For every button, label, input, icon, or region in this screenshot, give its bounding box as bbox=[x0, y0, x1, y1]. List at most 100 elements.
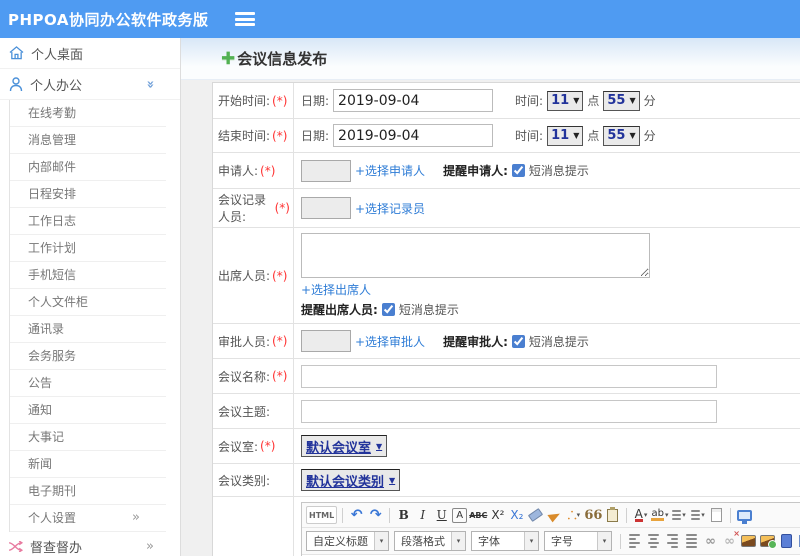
hamburger-icon[interactable] bbox=[234, 12, 255, 26]
select-approver-link[interactable]: +选择审批人 bbox=[355, 333, 425, 350]
align-center-icon[interactable] bbox=[645, 532, 662, 550]
sidebar-item-supervision[interactable]: 督查督办 » bbox=[0, 532, 180, 556]
end-hour-select[interactable]: 11 ▼ bbox=[547, 125, 584, 146]
fullscreen-icon[interactable] bbox=[736, 506, 753, 524]
chevron-double-down-icon: » bbox=[142, 79, 158, 89]
editor-toolbar-row2: 自定义标题 ▾ 段落格式 ▾ 字体 ▾ 字号 ▾ ∞ ∞ bbox=[302, 528, 800, 555]
sidebar-submenu: 在线考勤 消息管理 内部邮件 日程安排 工作日志 工作计划 手机短信 个人文件柜… bbox=[9, 100, 180, 532]
align-justify-icon[interactable] bbox=[683, 532, 700, 550]
user-icon bbox=[9, 76, 23, 91]
applicant-row: 申请人: (*) +选择申请人 提醒申请人: 短消息提示 bbox=[213, 153, 800, 189]
select-attendees-link[interactable]: +选择出席人 bbox=[301, 281, 371, 298]
subscript-button[interactable]: X₂ bbox=[508, 506, 525, 524]
media-icon[interactable] bbox=[778, 532, 795, 550]
meeting-category-row: 会议类别: 默认会议类别 ▼ bbox=[213, 464, 800, 497]
meeting-room-select[interactable]: 默认会议室 ▼ bbox=[301, 435, 388, 457]
start-date-input[interactable] bbox=[333, 89, 494, 112]
start-minute-select[interactable]: 55 ▼ bbox=[603, 90, 640, 111]
sidebar-item-work-plan[interactable]: 工作计划 bbox=[10, 235, 166, 262]
main-content: ✚ 会议信息发布 开始时间:(*) 日期: 时间: 11▼ 点 55▼ 分 结束… bbox=[181, 38, 800, 556]
sidebar-item-news[interactable]: 新闻 bbox=[10, 451, 166, 478]
highlight-color-icon[interactable]: ab ▾ bbox=[651, 506, 668, 524]
select-applicant-link[interactable]: +选择申请人 bbox=[355, 162, 425, 179]
unordered-list-icon[interactable]: ▾ bbox=[689, 506, 706, 524]
date-label: 日期: bbox=[301, 129, 330, 143]
sidebar-item-work-log[interactable]: 工作日志 bbox=[10, 208, 166, 235]
chevron-right-icon: » bbox=[132, 510, 140, 525]
sidebar-item-message-management[interactable]: 消息管理 bbox=[10, 127, 166, 154]
font-border-button[interactable]: A bbox=[452, 507, 468, 523]
time-label: 时间: bbox=[515, 129, 544, 143]
meeting-subject-input[interactable] bbox=[301, 399, 717, 423]
unlink-icon[interactable]: ∞ bbox=[721, 529, 740, 550]
insert-image-icon[interactable] bbox=[759, 532, 777, 550]
applicant-input[interactable] bbox=[301, 159, 351, 182]
eraser-icon[interactable] bbox=[527, 506, 544, 524]
sidebar-item-label: 个人桌面 bbox=[31, 47, 84, 63]
attendees-label: 出席人员: (*) bbox=[213, 228, 294, 323]
remind-applicant-label: 提醒申请人: bbox=[443, 164, 508, 178]
sidebar-item-e-journal[interactable]: 电子期刊 bbox=[10, 478, 166, 505]
sidebar-item-personal-file-cabinet[interactable]: 个人文件柜 bbox=[10, 289, 166, 316]
meeting-name-input[interactable] bbox=[301, 364, 717, 388]
recorder-label: 会议记录人员: (*) bbox=[213, 189, 294, 227]
minute-unit: 分 bbox=[643, 94, 656, 108]
select-recorder-link[interactable]: +选择记录员 bbox=[355, 200, 425, 217]
end-time-label: 结束时间: (*) bbox=[213, 119, 294, 152]
hour-unit: 点 bbox=[587, 129, 600, 143]
select-arrow-icon: ▼ bbox=[629, 96, 636, 105]
align-right-icon[interactable] bbox=[664, 532, 681, 550]
font-family-select[interactable]: 字体 ▾ bbox=[471, 531, 539, 551]
sidebar-item-announcement[interactable]: 公告 bbox=[10, 370, 166, 397]
html-source-button[interactable]: HTML bbox=[306, 506, 338, 524]
sidebar-item-personal-desktop[interactable]: 个人桌面 bbox=[0, 38, 180, 69]
sidebar-item-meeting-service[interactable]: 会务服务 bbox=[10, 343, 166, 370]
paragraph-format-select[interactable]: 段落格式 ▾ bbox=[394, 531, 466, 551]
image-icon[interactable] bbox=[740, 532, 757, 550]
italic-button[interactable]: I bbox=[414, 506, 431, 524]
undo-icon[interactable]: ↶ bbox=[348, 506, 365, 524]
attendees-row: 出席人员: (*) +选择出席人 提醒出席人员: 短消息提示 bbox=[213, 228, 800, 324]
format-painter-icon[interactable]: ⸫ ▾ bbox=[565, 506, 582, 524]
ordered-list-icon[interactable]: ▾ bbox=[670, 506, 687, 524]
meeting-room-row: 会议室: (*) 默认会议室 ▼ bbox=[213, 429, 800, 464]
editor-toolbar-row1: HTML ↶ ↷ B I U A ABC X² X₂ ⸫ ▾ 66 A ▾ ab… bbox=[302, 503, 800, 528]
link-icon[interactable]: ∞ bbox=[702, 532, 719, 550]
required-marker: (*) bbox=[272, 268, 288, 283]
align-left-icon[interactable] bbox=[626, 532, 643, 550]
attendees-textarea[interactable] bbox=[301, 233, 650, 278]
font-color-icon[interactable]: A ▾ bbox=[632, 506, 649, 524]
heading-select[interactable]: 自定义标题 ▾ bbox=[306, 531, 389, 551]
sidebar-item-schedule[interactable]: 日程安排 bbox=[10, 181, 166, 208]
blockquote-icon[interactable]: 66 bbox=[584, 506, 602, 524]
sidebar-item-internal-mail[interactable]: 内部邮件 bbox=[10, 154, 166, 181]
applicant-sms-checkbox[interactable] bbox=[511, 164, 525, 177]
end-time-row: 结束时间:(*) 日期: 时间: 11▼ 点 55▼ 分 bbox=[213, 119, 800, 153]
recorder-input[interactable] bbox=[301, 197, 351, 219]
redo-icon[interactable]: ↷ bbox=[367, 506, 384, 524]
sidebar-item-personal-settings[interactable]: 个人设置 » bbox=[10, 505, 166, 532]
attendees-sms-checkbox[interactable] bbox=[381, 303, 395, 316]
end-minute-select[interactable]: 55 ▼ bbox=[603, 125, 640, 146]
approver-sms-checkbox[interactable] bbox=[511, 334, 525, 348]
start-hour-select[interactable]: 11 ▼ bbox=[547, 90, 584, 111]
sidebar-item-contacts[interactable]: 通讯录 bbox=[10, 316, 166, 343]
clean-brush-icon[interactable] bbox=[546, 506, 563, 524]
approver-input[interactable] bbox=[301, 330, 351, 352]
end-date-input[interactable] bbox=[333, 124, 494, 147]
sidebar-item-personal-office[interactable]: 个人办公 » bbox=[0, 69, 180, 100]
time-label: 时间: bbox=[515, 94, 544, 108]
new-page-icon[interactable] bbox=[708, 506, 725, 524]
sidebar-item-online-attendance[interactable]: 在线考勤 bbox=[10, 100, 166, 127]
bold-button[interactable]: B bbox=[395, 506, 412, 524]
meeting-category-select[interactable]: 默认会议类别 ▼ bbox=[301, 469, 401, 491]
sidebar-item-notice[interactable]: 通知 bbox=[10, 397, 166, 424]
select-arrow-icon: ▾ bbox=[597, 532, 611, 550]
paste-icon[interactable] bbox=[604, 506, 621, 524]
underline-button[interactable]: U bbox=[433, 506, 450, 524]
sidebar-item-mobile-sms[interactable]: 手机短信 bbox=[10, 262, 166, 289]
strikethrough-icon[interactable]: ABC bbox=[469, 506, 487, 524]
sidebar-item-memorabilia[interactable]: 大事记 bbox=[10, 424, 166, 451]
font-size-select[interactable]: 字号 ▾ bbox=[544, 531, 612, 551]
superscript-button[interactable]: X² bbox=[489, 506, 506, 524]
